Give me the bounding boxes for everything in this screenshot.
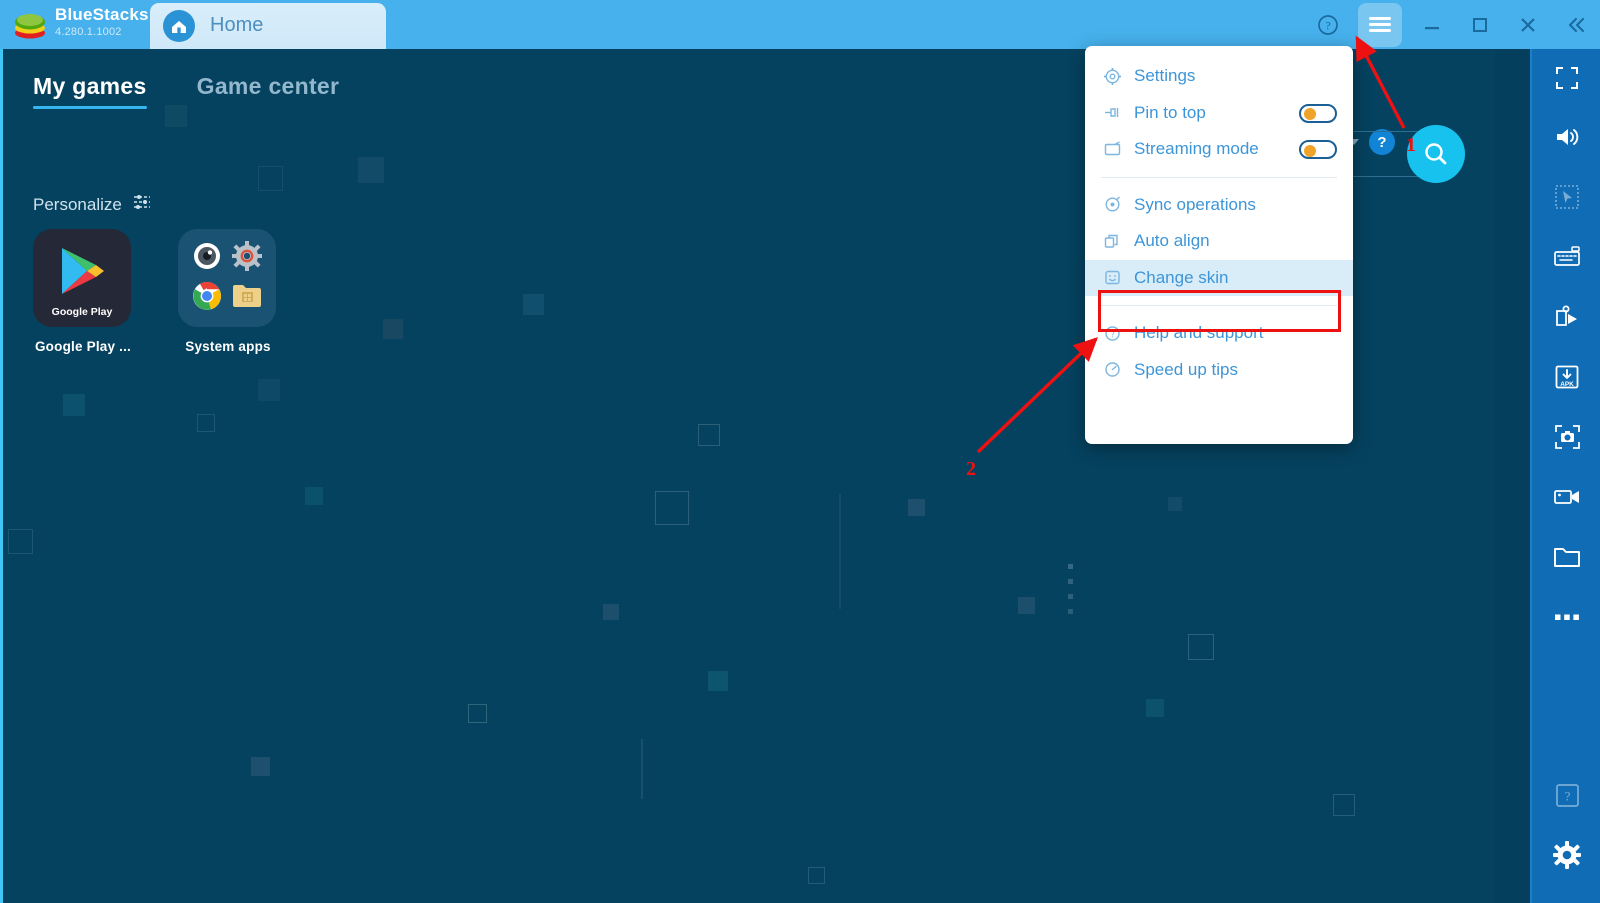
app-system-apps[interactable]: System apps (178, 229, 278, 354)
menu-item-label: Sync operations (1134, 194, 1256, 214)
app-label: Google Play ... (34, 339, 132, 354)
menu-item-label: Change skin (1134, 267, 1229, 287)
menu-item-settings[interactable]: Settings (1085, 58, 1353, 95)
menu-divider (1101, 305, 1337, 306)
personalize-label: Personalize (33, 194, 122, 214)
tab-game-center[interactable]: Game center (197, 73, 340, 109)
sync-icon (1103, 196, 1122, 213)
macro-recorder-icon[interactable] (1532, 287, 1600, 347)
app-label: System apps (185, 339, 271, 354)
mask-icon (1103, 269, 1122, 286)
home-tabs: My games Game center (33, 73, 339, 109)
maximize-icon[interactable] (1456, 3, 1504, 47)
tab-my-games[interactable]: My games (33, 73, 147, 109)
settings-gear-icon[interactable] (1532, 825, 1600, 885)
google-play-tile-label: Google Play (51, 306, 113, 318)
menu-item-label: Speed up tips (1134, 359, 1238, 379)
back-arrow-icon[interactable] (1532, 885, 1600, 903)
speedometer-icon (1103, 361, 1122, 378)
pin-to-top-toggle[interactable] (1299, 103, 1337, 123)
svg-text:?: ? (1111, 329, 1115, 339)
more-dots-icon[interactable] (1532, 587, 1600, 647)
system-apps-folder-icon (178, 229, 276, 327)
screenshot-icon[interactable] (1532, 407, 1600, 467)
media-manager-folder-icon (231, 281, 263, 316)
media-folder-icon[interactable] (1532, 527, 1600, 587)
volume-icon[interactable] (1532, 107, 1600, 167)
menu-item-change-skin[interactable]: Change skin (1085, 259, 1353, 296)
keyboard-controls-icon[interactable] (1532, 227, 1600, 287)
fullscreen-icon[interactable] (1532, 49, 1600, 107)
title-bar: BlueStacks 4.280.1.1002 Home ? (0, 0, 1600, 49)
tab-home[interactable]: Home (150, 3, 386, 49)
menu-item-label: Settings (1134, 66, 1196, 86)
chrome-icon (191, 280, 223, 317)
pin-icon (1103, 104, 1122, 121)
bluestacks-logo (8, 4, 52, 44)
menu-item-help-and-support[interactable]: ? Help and support (1085, 315, 1353, 352)
menu-divider (1101, 176, 1337, 178)
main-menu-dropdown: Settings Pin to top Streaming mode Sync … (1085, 46, 1353, 444)
brand-block: BlueStacks 4.280.1.1002 (55, 5, 165, 39)
help-square-icon[interactable]: ? (1532, 765, 1600, 825)
install-apk-icon[interactable]: APK (1532, 347, 1600, 407)
window-controls: ? (1304, 0, 1600, 49)
menu-item-speed-up-tips[interactable]: Speed up tips (1085, 352, 1353, 389)
svg-text:APK: APK (1560, 381, 1574, 388)
tab-home-label: Home (210, 14, 264, 36)
menu-item-label: Streaming mode (1134, 139, 1259, 159)
menu-item-label: Help and support (1134, 323, 1264, 343)
close-icon[interactable] (1504, 3, 1552, 47)
menu-item-label: Auto align (1134, 231, 1210, 251)
gear-icon (1103, 67, 1122, 85)
menu-item-pin-to-top[interactable]: Pin to top (1085, 95, 1353, 132)
brand-name: BlueStacks (55, 5, 149, 24)
eye-icon (191, 240, 223, 277)
help-circle-icon: ? (1103, 325, 1122, 342)
hamburger-menu-icon[interactable] (1358, 2, 1402, 47)
menu-item-auto-align[interactable]: Auto align (1085, 223, 1353, 260)
streaming-mode-toggle[interactable] (1299, 140, 1337, 159)
menu-item-streaming-mode[interactable]: Streaming mode (1085, 131, 1353, 168)
sliders-icon[interactable] (133, 194, 151, 215)
minimize-icon[interactable] (1408, 3, 1456, 47)
app-grid: Google Play Google Play ... System apps (33, 229, 278, 354)
streaming-icon (1103, 141, 1122, 158)
cursor-select-icon[interactable] (1532, 167, 1600, 227)
bluestacks-window: BlueStacks 4.280.1.1002 Home ? My games … (0, 0, 1600, 903)
home-icon (163, 10, 195, 42)
svg-text:?: ? (1325, 18, 1330, 32)
svg-text:?: ? (1564, 788, 1570, 803)
brand-version: 4.280.1.1002 (55, 26, 122, 38)
tools-sidebar: APK ? (1530, 49, 1600, 903)
chevron-double-left-icon[interactable] (1552, 3, 1600, 47)
menu-item-sync-operations[interactable]: Sync operations (1085, 187, 1353, 224)
help-circle-icon[interactable]: ? (1304, 3, 1352, 47)
search-icon[interactable] (1407, 125, 1465, 183)
google-play-icon: Google Play (33, 229, 131, 327)
screen-record-icon[interactable] (1532, 467, 1600, 527)
gear-icon (231, 240, 263, 277)
personalize-row[interactable]: Personalize (33, 194, 151, 215)
auto-align-icon (1103, 233, 1122, 250)
app-google-play-store[interactable]: Google Play Google Play ... (33, 229, 133, 354)
menu-item-label: Pin to top (1134, 102, 1206, 122)
